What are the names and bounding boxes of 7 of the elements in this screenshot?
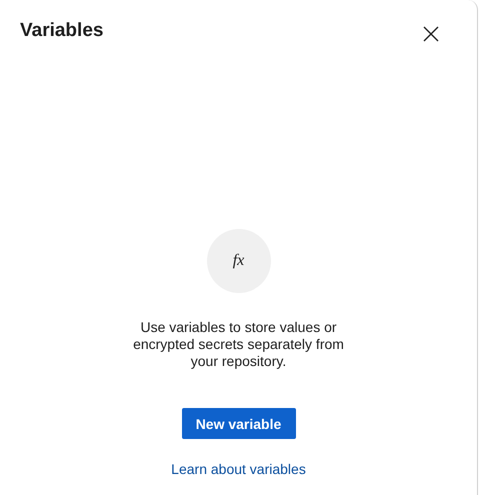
empty-state-message: Use variables to store values or encrypted secrets separately from your repository. — [132, 319, 345, 370]
function-icon: fx — [206, 229, 270, 293]
new-variable-button[interactable]: New variable — [182, 408, 296, 439]
learn-link[interactable]: Learn about variables — [171, 461, 306, 477]
panel-title: Variables — [20, 20, 104, 42]
close-button[interactable] — [421, 24, 441, 44]
close-icon — [423, 26, 439, 42]
